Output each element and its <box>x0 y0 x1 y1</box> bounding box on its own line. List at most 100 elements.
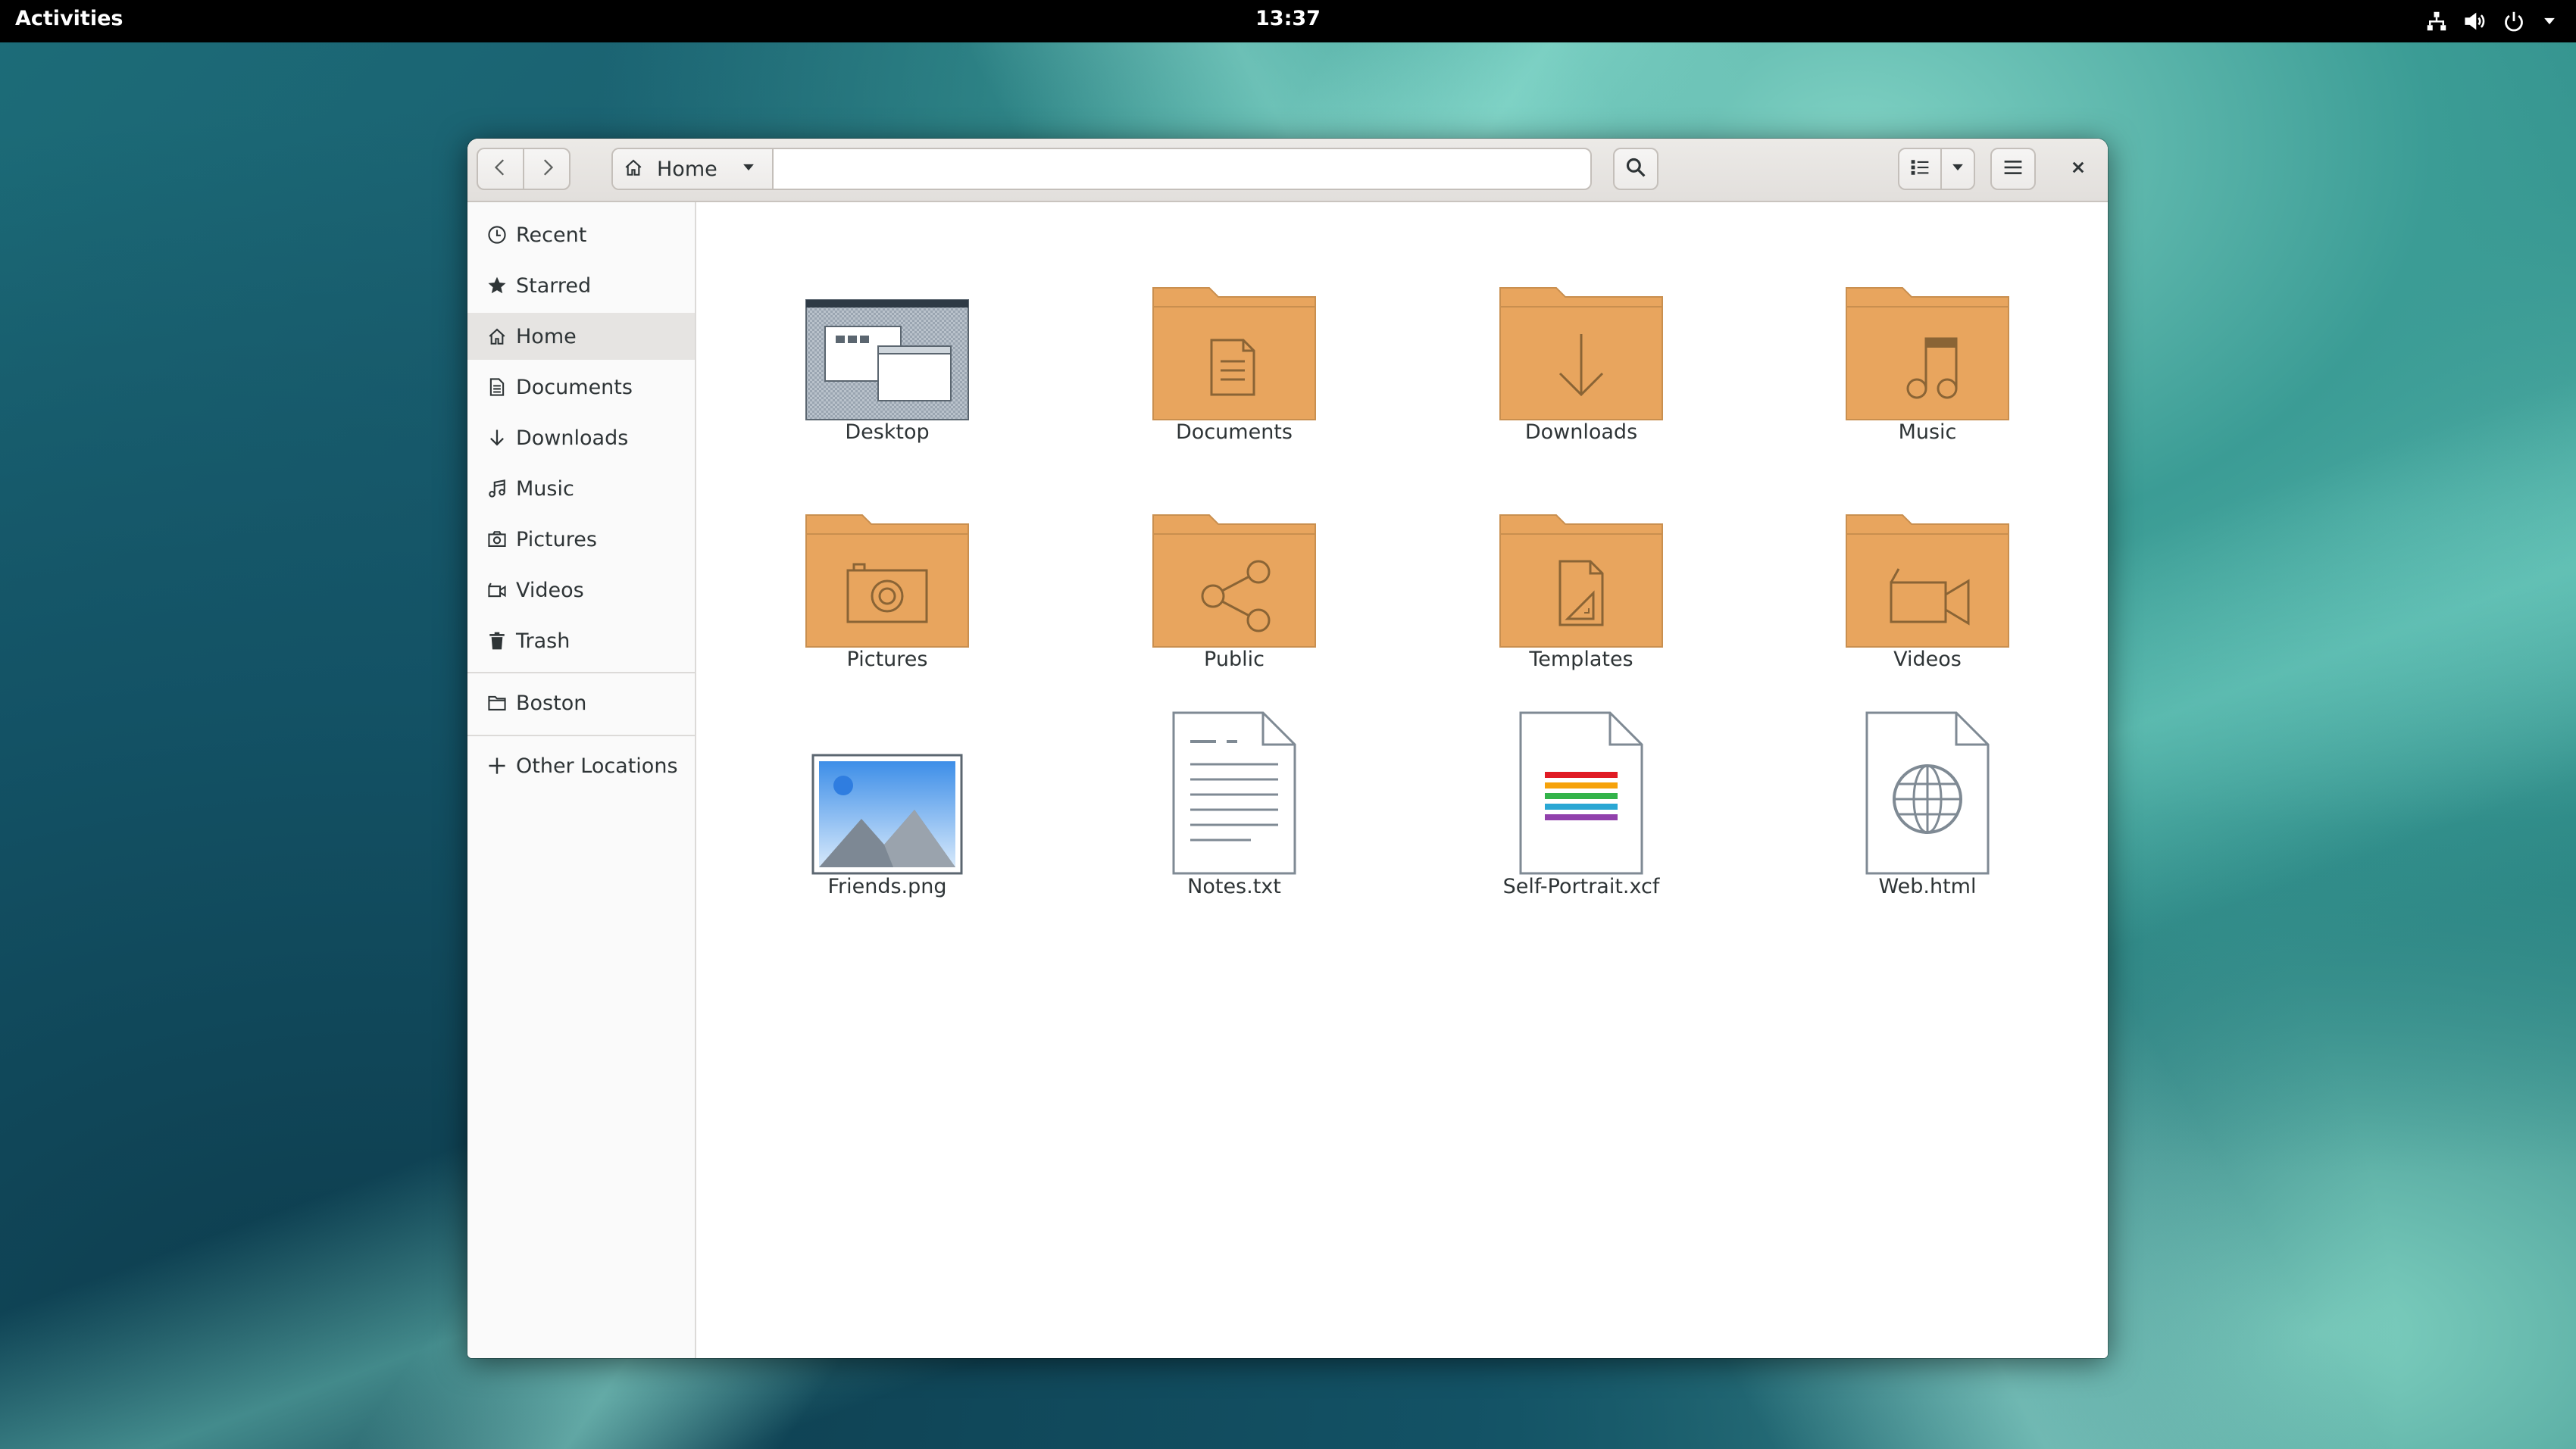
sidebar-item-recent[interactable]: Recent <box>467 211 695 258</box>
sidebar-separator <box>467 672 695 673</box>
xcf-image-file-icon <box>1468 693 1695 875</box>
templates-folder-icon <box>1468 466 1695 648</box>
file-item-public[interactable]: Public <box>1121 466 1348 693</box>
file-name: Friends.png <box>827 875 947 898</box>
sidebar-item-label: Other Locations <box>516 754 678 778</box>
go-forward-icon <box>537 158 557 180</box>
go-back-icon <box>491 158 511 180</box>
file-name: Templates <box>1529 648 1633 671</box>
file-item-desktop[interactable]: Desktop <box>774 239 1001 466</box>
sidebar-item-home[interactable]: Home <box>467 313 695 360</box>
view-controls <box>1898 148 1975 190</box>
file-item-pictures[interactable]: Pictures <box>774 466 1001 693</box>
sidebar-item-pictures[interactable]: Pictures <box>467 516 695 563</box>
sidebar-separator <box>467 735 695 736</box>
sidebar-item-label: Downloads <box>516 426 629 450</box>
chevron-down-icon <box>1949 159 1966 179</box>
sidebar-item-trash[interactable]: Trash <box>467 617 695 664</box>
trash-icon <box>486 629 508 652</box>
sidebar-item-label: Home <box>516 324 577 348</box>
file-item-downloads[interactable]: Downloads <box>1468 239 1695 466</box>
file-name: Web.html <box>1878 875 1977 898</box>
file-name: Self-Portrait.xcf <box>1502 875 1660 898</box>
sidebar-item-starred[interactable]: Starred <box>467 262 695 309</box>
sidebar-item-label: Videos <box>516 578 584 602</box>
file-manager-window: Home Recent Starred Home Documents Downl… <box>467 139 2108 1358</box>
music-note-icon <box>486 477 508 500</box>
search-button[interactable] <box>1613 148 1658 190</box>
sidebar-item-label: Music <box>516 476 574 501</box>
view-options-button[interactable] <box>1942 149 1974 189</box>
file-item-web-html[interactable]: Web.html <box>1814 693 2041 920</box>
downloads-folder-icon <box>1468 239 1695 420</box>
clock-icon <box>486 223 508 246</box>
star-icon <box>486 274 508 297</box>
file-name: Public <box>1204 648 1265 671</box>
documents-folder-icon <box>1121 239 1348 420</box>
file-name: Music <box>1898 420 1957 444</box>
chevron-down-icon[interactable] <box>2541 13 2558 30</box>
path-bar[interactable]: Home <box>611 148 1592 190</box>
file-item-music[interactable]: Music <box>1814 239 2041 466</box>
chevron-down-icon[interactable] <box>740 159 757 179</box>
camera-icon <box>486 528 508 551</box>
power-icon[interactable] <box>2503 11 2524 32</box>
sidebar-item-label: Starred <box>516 273 592 298</box>
sidebar-item-videos[interactable]: Videos <box>467 567 695 614</box>
close-button[interactable] <box>2057 148 2099 190</box>
file-grid: Desktop Documents Downloads Music Pictur… <box>696 202 2108 1358</box>
sidebar-item-music[interactable]: Music <box>467 465 695 512</box>
list-view-button[interactable] <box>1899 149 1942 189</box>
forward-button[interactable] <box>524 149 569 189</box>
public-share-folder-icon <box>1121 466 1348 648</box>
navigation-buttons <box>477 148 571 190</box>
home-icon <box>624 158 643 180</box>
sidebar-item-label: Boston <box>516 691 587 715</box>
places-sidebar: Recent Starred Home Documents Downloads … <box>467 202 696 1358</box>
desktop-folder-icon <box>774 239 1001 420</box>
file-item-templates[interactable]: Templates <box>1468 466 1695 693</box>
file-name: Downloads <box>1524 420 1638 444</box>
file-name: Desktop <box>845 420 930 444</box>
volume-icon[interactable] <box>2464 11 2487 32</box>
sidebar-item-other-locations[interactable]: Other Locations <box>467 742 695 789</box>
sidebar-item-label: Documents <box>516 375 633 399</box>
file-item-documents[interactable]: Documents <box>1121 239 1348 466</box>
file-name: Pictures <box>846 648 928 671</box>
back-button[interactable] <box>478 149 524 189</box>
pictures-folder-icon <box>774 466 1001 648</box>
close-icon <box>2071 160 2086 178</box>
path-crumb-home[interactable]: Home <box>613 149 774 189</box>
sidebar-item-label: Recent <box>516 223 587 247</box>
file-item-friends-png[interactable]: Friends.png <box>774 693 1001 920</box>
search-icon <box>1625 157 1646 181</box>
file-name: Videos <box>1893 648 1962 671</box>
music-folder-icon <box>1814 239 2041 420</box>
menu-button[interactable] <box>1990 148 2036 190</box>
network-icon[interactable] <box>2426 11 2447 32</box>
header-bar: Home <box>467 139 2108 202</box>
download-arrow-icon <box>486 426 508 449</box>
html-file-icon <box>1814 693 2041 875</box>
activities-button[interactable]: Activities <box>15 0 123 42</box>
file-item-notes-txt[interactable]: Notes.txt <box>1121 693 1348 920</box>
file-name: Notes.txt <box>1187 875 1281 898</box>
plus-icon <box>486 754 508 777</box>
system-status-area[interactable] <box>2426 0 2558 42</box>
clock[interactable]: 13:37 <box>1243 0 1333 42</box>
home-icon <box>486 325 508 348</box>
list-view-icon <box>1910 158 1930 180</box>
sidebar-item-documents[interactable]: Documents <box>467 364 695 411</box>
folder-icon <box>486 692 508 714</box>
sidebar-item-label: Trash <box>516 629 571 653</box>
sidebar-item-downloads[interactable]: Downloads <box>467 414 695 461</box>
videos-folder-icon <box>1814 466 2041 648</box>
sidebar-item-label: Pictures <box>516 527 597 551</box>
file-item-self-portrait-xcf[interactable]: Self-Portrait.xcf <box>1468 693 1695 920</box>
image-file-icon <box>774 693 1001 875</box>
file-item-videos[interactable]: Videos <box>1814 466 2041 693</box>
sidebar-item-boston[interactable]: Boston <box>467 679 695 726</box>
document-icon <box>486 376 508 398</box>
video-camera-icon <box>486 579 508 601</box>
hamburger-menu-icon <box>2003 158 2023 180</box>
